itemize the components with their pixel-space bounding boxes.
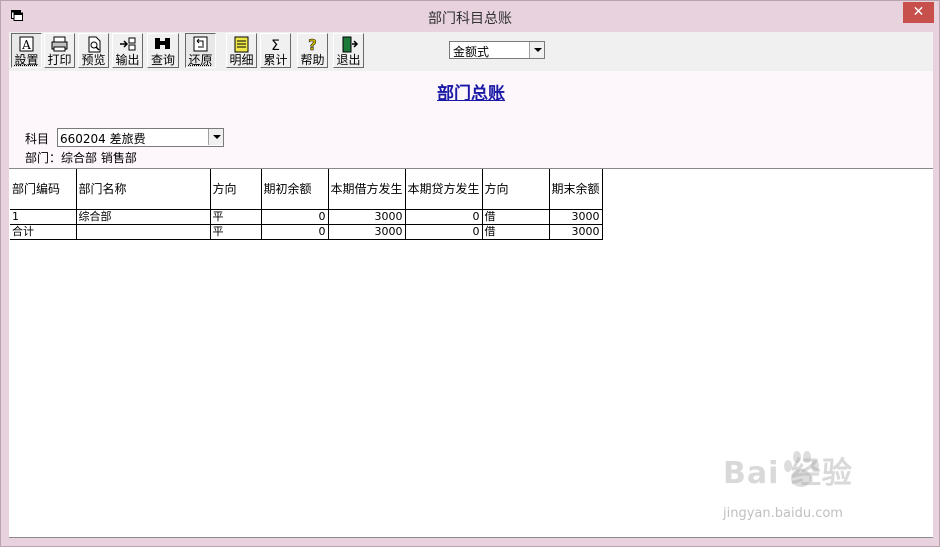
table-cell[interactable]: 0 — [261, 209, 329, 225]
svg-text:A: A — [21, 38, 31, 52]
toolbar: A 設置 打印 预览 输出 查询 还原 明细 Σ 累计 ? 帮助 退出 金额式 — [9, 32, 933, 71]
window-title: 部门科目总账 — [428, 11, 512, 27]
report-header: 部门总账 科目 660204 差旅费 部门：综合部 销售部 — [9, 71, 933, 168]
settings-button[interactable]: A 設置 — [11, 33, 42, 68]
chevron-down-icon[interactable] — [208, 129, 223, 145]
exit-icon — [342, 36, 359, 53]
cumulative-label: 累计 — [263, 53, 288, 67]
column-header[interactable]: 方向 — [482, 169, 550, 210]
query-button[interactable]: 查询 — [147, 33, 179, 68]
subject-select-value: 660204 差旅费 — [60, 132, 146, 146]
table-cell[interactable]: 0 — [405, 224, 483, 240]
format-select[interactable]: 金额式 — [449, 41, 545, 59]
detail-button[interactable]: 明细 — [226, 33, 257, 68]
table-cell[interactable]: 借 — [482, 209, 550, 225]
format-select-value: 金额式 — [453, 45, 490, 59]
table-cell[interactable]: 3000 — [549, 209, 603, 225]
column-header[interactable]: 部门名称 — [76, 169, 211, 210]
table-cell[interactable]: 综合部 — [76, 209, 211, 225]
help-label: 帮助 — [300, 53, 325, 67]
column-header[interactable]: 期初余额 — [261, 169, 329, 210]
preview-button[interactable]: 预览 — [78, 33, 109, 68]
svg-text:Σ: Σ — [271, 38, 280, 53]
print-button[interactable]: 打印 — [44, 33, 75, 68]
table-row[interactable]: 1 综合部 平 0 3000 0 借 3000 — [10, 209, 603, 225]
cumulative-button[interactable]: Σ 累计 — [260, 33, 291, 68]
title-bar[interactable]: 部门科目总账 ✕ — [1, 1, 939, 32]
table-cell[interactable]: 借 — [482, 224, 550, 240]
table-header-row: 部门编码 部门名称 方向 期初余额 本期借方发生 本期贷方发生 方向 期末余额 — [10, 169, 603, 210]
column-header[interactable]: 部门编码 — [10, 169, 77, 210]
baidu-watermark: Bai 经验 jingyan.baidu.com — [723, 448, 891, 528]
sigma-icon: Σ — [271, 38, 280, 53]
print-label: 打印 — [47, 53, 72, 67]
column-header[interactable]: 期末余额 — [549, 169, 603, 210]
page-title: 部门总账 — [437, 84, 505, 104]
export-icon — [120, 37, 136, 51]
table-cell[interactable]: 3000 — [328, 224, 406, 240]
table-cell[interactable]: 平 — [210, 224, 262, 240]
exit-label: 退出 — [336, 53, 361, 67]
detail-icon — [234, 36, 249, 53]
chevron-down-icon[interactable] — [529, 42, 544, 58]
settings-label: 設置 — [14, 53, 39, 67]
table-cell[interactable]: 平 — [210, 209, 262, 225]
app-window: 部门科目总账 ✕ A 設置 打印 预览 输出 查询 还原 明细 Σ 累计 ? 帮… — [0, 0, 940, 547]
settings-icon: A — [19, 36, 34, 52]
help-button[interactable]: ? 帮助 — [297, 33, 328, 68]
restore-label: 还原 — [188, 53, 213, 67]
ledger-table: 部门编码 部门名称 方向 期初余额 本期借方发生 本期贷方发生 方向 期末余额 … — [10, 169, 603, 240]
restore-icon — [193, 36, 208, 52]
table-cell[interactable] — [76, 224, 211, 240]
preview-label: 预览 — [81, 53, 106, 67]
table-cell[interactable]: 0 — [261, 224, 329, 240]
status-bar — [9, 539, 933, 545]
subject-label: 科目 — [25, 132, 50, 146]
export-button[interactable]: 输出 — [112, 33, 143, 68]
table-cell[interactable]: 3000 — [549, 224, 603, 240]
table-row-total[interactable]: 合计 平 0 3000 0 借 3000 — [10, 224, 603, 240]
table-cell[interactable]: 3000 — [328, 209, 406, 225]
printer-icon — [51, 36, 68, 52]
close-button[interactable]: ✕ — [903, 2, 934, 23]
help-icon: ? — [308, 36, 317, 53]
watermark-brand: Bai 经验 — [723, 456, 853, 491]
restore-button[interactable]: 还原 — [185, 33, 216, 68]
detail-label: 明细 — [229, 53, 254, 67]
column-header[interactable]: 本期贷方发生 — [405, 169, 483, 210]
query-label: 查询 — [150, 53, 175, 67]
column-header[interactable]: 本期借方发生 — [328, 169, 406, 210]
ledger-grid[interactable]: 部门编码 部门名称 方向 期初余额 本期借方发生 本期贷方发生 方向 期末余额 … — [9, 168, 933, 538]
svg-text:?: ? — [308, 36, 317, 53]
department-line: 部门：综合部 销售部 — [25, 151, 137, 165]
watermark-url: jingyan.baidu.com — [723, 506, 843, 521]
export-label: 输出 — [115, 53, 140, 67]
column-header[interactable]: 方向 — [210, 169, 262, 210]
table-cell[interactable]: 0 — [405, 209, 483, 225]
table-cell[interactable]: 合计 — [10, 224, 77, 240]
binoculars-icon — [155, 38, 170, 49]
exit-button[interactable]: 退出 — [333, 33, 364, 68]
subject-select[interactable]: 660204 差旅费 — [57, 128, 224, 147]
preview-icon — [88, 36, 101, 53]
table-cell[interactable]: 1 — [10, 209, 77, 225]
